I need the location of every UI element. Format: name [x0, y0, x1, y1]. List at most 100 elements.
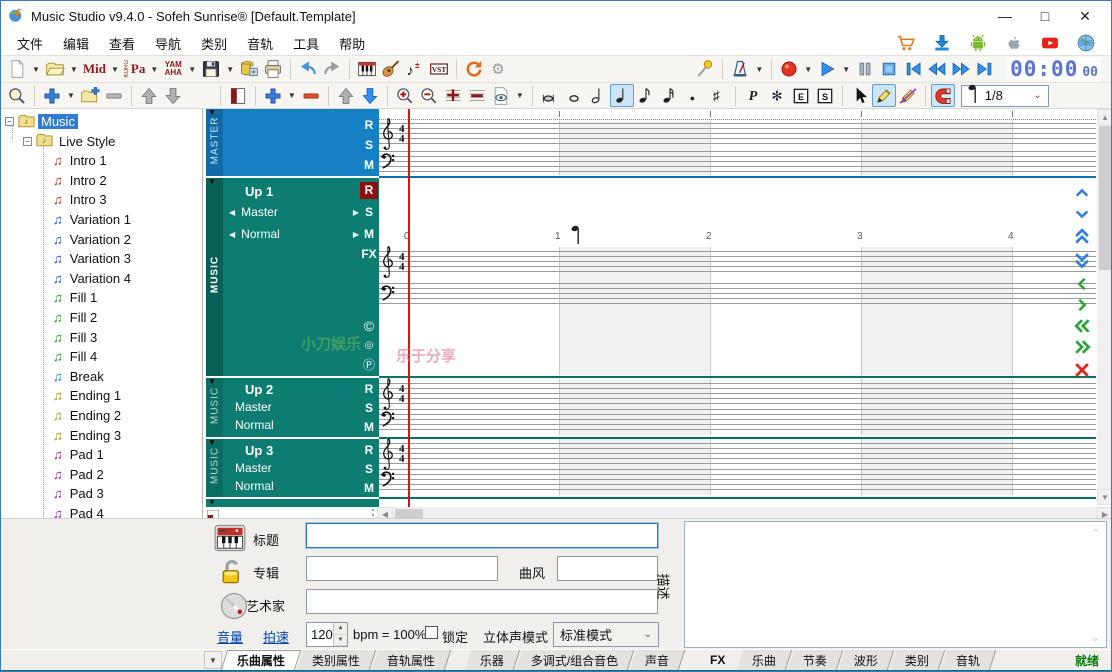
tree-item-intro-1[interactable]: ♫Intro 1: [53, 151, 110, 170]
select-tool-button[interactable]: [848, 84, 872, 107]
note-edit-button[interactable]: ♪±: [403, 58, 427, 81]
refresh-button[interactable]: [462, 58, 486, 81]
tab-4[interactable]: 多调式/组合音色: [516, 650, 635, 670]
maximize-button[interactable]: □: [1025, 1, 1065, 31]
track-selector-2[interactable]: Normal: [229, 479, 359, 493]
note-breve-button[interactable]: [538, 84, 562, 107]
spin-up-icon[interactable]: ▲: [334, 623, 347, 635]
tree-item-ending-2[interactable]: ♫Ending 2: [53, 406, 124, 425]
export-button[interactable]: [237, 58, 261, 81]
track-button-r[interactable]: R: [360, 117, 378, 134]
nav-page-down-button[interactable]: [1071, 250, 1093, 270]
menu-5[interactable]: 音轨: [237, 32, 283, 55]
track-button-m[interactable]: M: [360, 419, 378, 436]
play-dropdown-arrow[interactable]: ▼: [839, 65, 853, 74]
tab-2[interactable]: 音轨属性: [372, 650, 452, 670]
ornament-button[interactable]: ✻: [765, 84, 789, 107]
remove-category-button[interactable]: [102, 84, 126, 107]
tree-item-fill-3[interactable]: ♫Fill 3: [53, 328, 100, 347]
tree-item-live-style[interactable]: −♪Live Style: [23, 132, 118, 151]
nav-up-button[interactable]: [1071, 183, 1093, 203]
tree-expander-icon[interactable]: −: [5, 117, 14, 126]
add-track-button[interactable]: [261, 84, 285, 107]
tab-7[interactable]: 乐曲: [737, 650, 793, 670]
move-up-button[interactable]: [137, 84, 161, 107]
open-dropdown-arrow[interactable]: ▼: [67, 65, 81, 74]
new-button[interactable]: [5, 58, 29, 81]
tree-item-ending-3[interactable]: ♫Ending 3: [53, 426, 124, 445]
korg-pa-dropdown-arrow[interactable]: ▼: [147, 65, 161, 74]
staff-expand-button[interactable]: [441, 84, 465, 107]
genre-input[interactable]: [557, 556, 658, 581]
track-button-s[interactable]: S: [360, 204, 378, 221]
track-name[interactable]: Up 2: [245, 382, 273, 397]
track-selector-2[interactable]: Normal: [229, 418, 359, 432]
tree-item-variation-4[interactable]: ♫Variation 4: [53, 269, 134, 288]
scroll-down-icon[interactable]: ⌄: [1091, 631, 1100, 644]
remove-track-button[interactable]: [299, 84, 323, 107]
play-button[interactable]: [815, 58, 839, 81]
vst-button[interactable]: VST: [427, 58, 451, 81]
arrow-right-icon[interactable]: ▶: [353, 208, 359, 217]
stop-button[interactable]: [877, 58, 901, 81]
track-name[interactable]: Up 1: [245, 184, 273, 199]
piano-button[interactable]: [355, 58, 379, 81]
add-category-dropdown-arrow[interactable]: ▼: [64, 91, 78, 100]
track-button-s[interactable]: S: [360, 137, 378, 154]
track-header-up1[interactable]: ▼MUSICUp 1◀Master▶◀Normal▶RSMFX©◎Ⓟ: [206, 178, 379, 376]
track-button-r[interactable]: R: [360, 442, 378, 459]
menu-3[interactable]: 导航: [145, 32, 191, 55]
view-options-button[interactable]: [489, 84, 513, 107]
search-button[interactable]: [5, 84, 29, 107]
nav-left-button[interactable]: [1071, 274, 1093, 294]
pedal-button[interactable]: P: [741, 84, 765, 107]
menu-1[interactable]: 编辑: [53, 32, 99, 55]
tree-item-break[interactable]: ♫Break: [53, 367, 107, 386]
tab-9[interactable]: 波形: [839, 650, 895, 670]
note-event[interactable]: [571, 225, 583, 248]
record-button[interactable]: [777, 58, 801, 81]
tree-item-variation-2[interactable]: ♫Variation 2: [53, 230, 134, 249]
scroll-up-icon[interactable]: ⌃: [1091, 527, 1100, 540]
tree-item-fill-2[interactable]: ♫Fill 2: [53, 308, 100, 327]
tab-5[interactable]: 声音: [630, 650, 686, 670]
print-button[interactable]: [261, 58, 285, 81]
track-name[interactable]: Up 3: [245, 443, 273, 458]
accidental-sharp-button[interactable]: ♯: [706, 84, 730, 107]
track-panel-button[interactable]: [226, 84, 250, 107]
menu-4[interactable]: 类别: [191, 32, 237, 55]
apple-icon[interactable]: [1004, 33, 1024, 53]
stereo-mode-dropdown[interactable]: 标准模式 ⌄: [553, 622, 659, 647]
globe-icon[interactable]: [1076, 33, 1096, 53]
guitar-button[interactable]: [379, 58, 403, 81]
track-header-partial[interactable]: ▼: [206, 499, 379, 507]
track-button-s[interactable]: S: [360, 461, 378, 478]
save-dropdown-arrow[interactable]: ▼: [223, 65, 237, 74]
tree-item-fill-4[interactable]: ♫Fill 4: [53, 347, 100, 366]
midi-dropdown-arrow[interactable]: ▼: [108, 65, 122, 74]
tab-10[interactable]: 类别: [890, 650, 946, 670]
note-length-dropdown[interactable]: 1/8 ⌄: [961, 85, 1049, 107]
scroll-down-icon[interactable]: ▼: [1097, 489, 1112, 505]
menu-0[interactable]: 文件: [7, 32, 53, 55]
nav-page-up-button[interactable]: [1071, 226, 1093, 246]
menu-2[interactable]: 查看: [99, 32, 145, 55]
track-header-up3[interactable]: ▼MUSICUp 3MasterNormalRSM: [206, 439, 379, 497]
settings-button[interactable]: ⚙: [486, 58, 510, 81]
track-button-r[interactable]: R: [360, 182, 378, 199]
track-header-master[interactable]: ▼MASTERRSM: [206, 109, 379, 176]
metronome-dropdown-arrow[interactable]: ▼: [752, 65, 766, 74]
timeline-ruler[interactable]: [379, 109, 1096, 120]
zoom-out-button[interactable]: [417, 84, 441, 107]
track-move-up-button[interactable]: [334, 84, 358, 107]
tab-3[interactable]: 乐器: [465, 650, 521, 670]
add-track-dropdown-arrow[interactable]: ▼: [285, 91, 299, 100]
event-edit-button[interactable]: E: [789, 84, 813, 107]
staff-collapse-button[interactable]: [465, 84, 489, 107]
nav-page-right-button[interactable]: [1071, 337, 1093, 357]
android-icon[interactable]: [968, 33, 988, 53]
tab-0[interactable]: 乐曲属性: [221, 650, 302, 670]
yamaha-dropdown-arrow[interactable]: ▼: [185, 65, 199, 74]
save-button[interactable]: [199, 58, 223, 81]
youtube-icon[interactable]: [1040, 33, 1060, 53]
